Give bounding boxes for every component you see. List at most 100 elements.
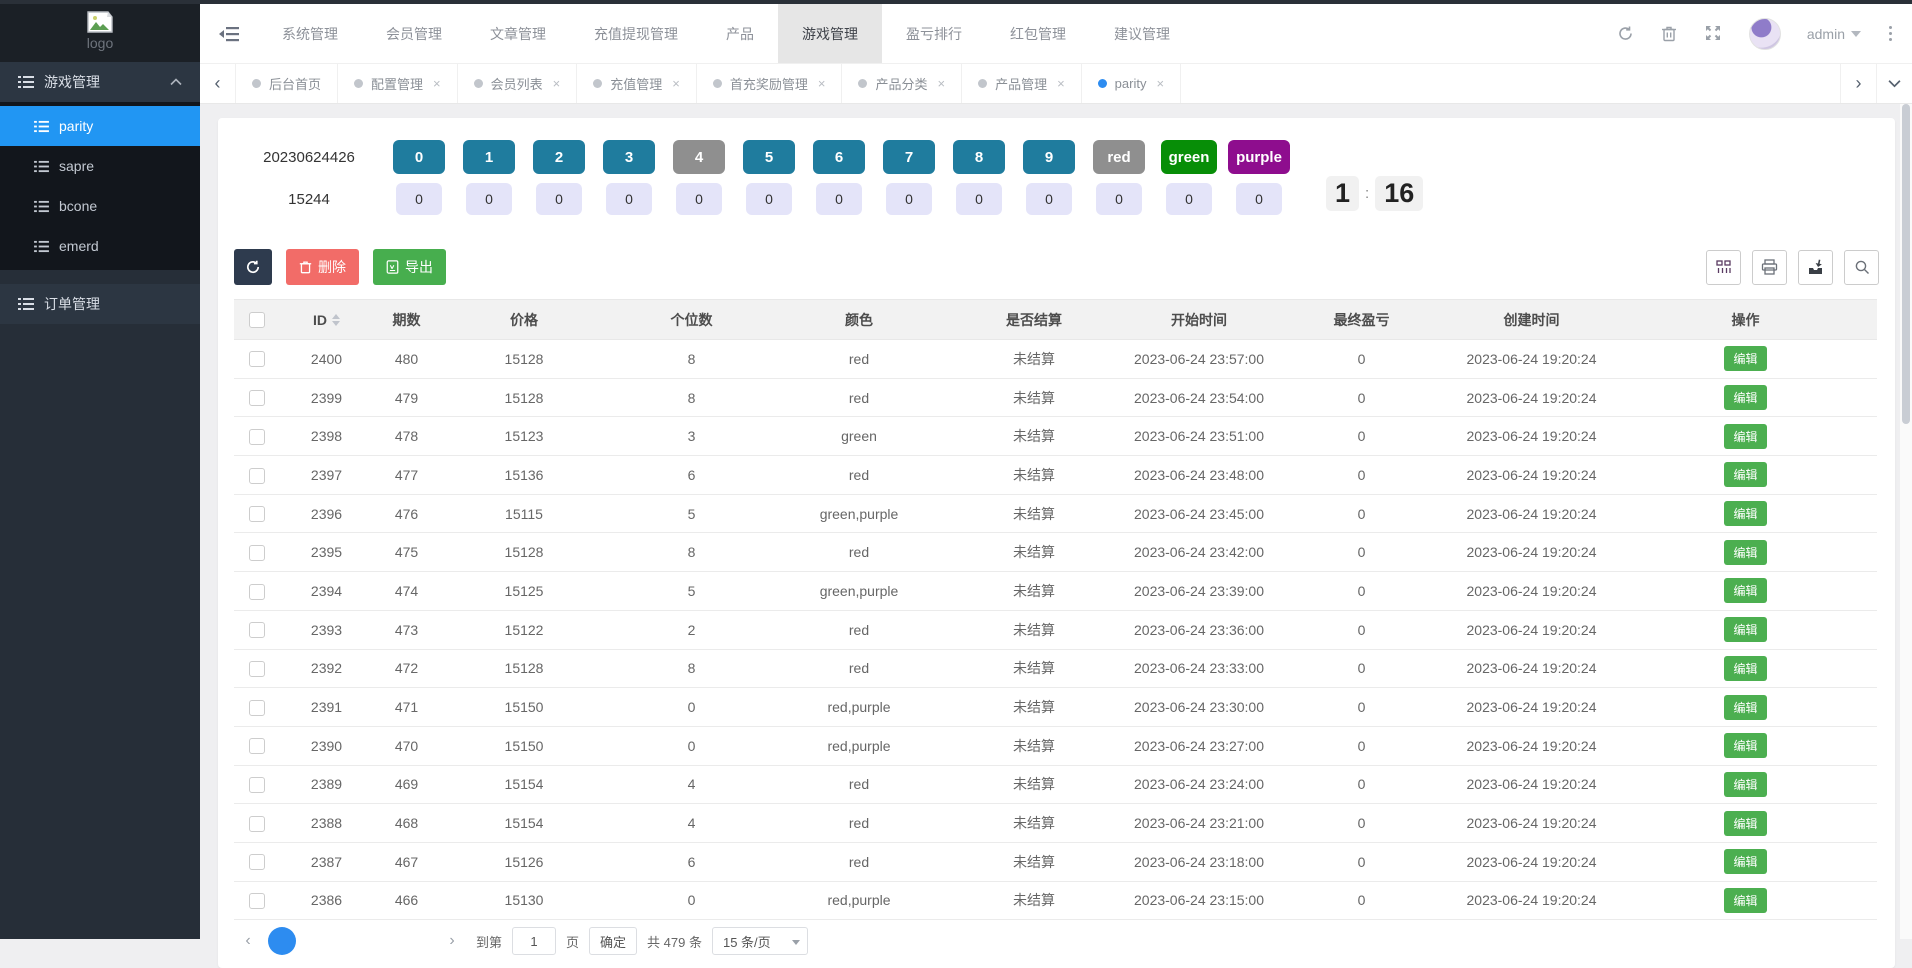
tabs-scroll-right-icon[interactable]: ›	[1840, 64, 1876, 103]
edit-button[interactable]: 编辑	[1724, 887, 1767, 913]
scrollbar-thumb[interactable]	[1902, 104, 1910, 424]
row-checkbox[interactable]	[248, 428, 265, 445]
goto-confirm-button[interactable]: 确定	[589, 927, 638, 956]
tab[interactable]: 配置管理	[338, 64, 458, 103]
row-checkbox[interactable]	[248, 660, 265, 677]
edit-button[interactable]: 编辑	[1724, 655, 1767, 681]
tab-close-icon[interactable]	[433, 76, 441, 91]
tab[interactable]: parity	[1082, 64, 1182, 103]
sidebar-toggle-icon[interactable]	[200, 4, 258, 63]
trash-icon[interactable]	[1661, 25, 1679, 43]
tab[interactable]: 会员列表	[458, 64, 578, 103]
nav-item[interactable]: 产品	[702, 4, 778, 63]
edit-button[interactable]: 编辑	[1724, 694, 1767, 720]
search-icon[interactable]	[1844, 249, 1879, 285]
nav-item[interactable]: 游戏管理	[778, 4, 882, 63]
next-page-icon[interactable]: ›	[438, 927, 466, 955]
sort-icon[interactable]	[332, 313, 340, 326]
row-checkbox[interactable]	[248, 854, 265, 871]
edit-button[interactable]: 编辑	[1724, 733, 1767, 759]
row-checkbox[interactable]	[248, 506, 265, 523]
bet-button[interactable]: purple	[1228, 140, 1290, 174]
bet-button[interactable]: 6	[813, 140, 865, 174]
page-number[interactable]	[336, 927, 364, 955]
row-checkbox[interactable]	[248, 351, 265, 368]
bet-button[interactable]: 2	[533, 140, 585, 174]
refresh-icon[interactable]	[1617, 25, 1635, 43]
bet-button[interactable]: 9	[1023, 140, 1075, 174]
goto-page-input[interactable]	[512, 927, 557, 956]
tab-close-icon[interactable]	[553, 76, 561, 91]
page-number[interactable]	[370, 927, 398, 955]
sidebar-item-sapre[interactable]: sapre	[0, 146, 200, 186]
row-checkbox[interactable]	[248, 467, 265, 484]
sidebar-item-bcone[interactable]: bcone	[0, 186, 200, 226]
nav-item[interactable]: 文章管理	[466, 4, 570, 63]
edit-button[interactable]: 编辑	[1724, 617, 1767, 643]
columns-icon[interactable]	[1706, 249, 1741, 285]
row-checkbox[interactable]	[248, 699, 265, 716]
tab[interactable]: 产品管理	[962, 64, 1082, 103]
row-checkbox[interactable]	[248, 583, 265, 600]
select-all-checkbox[interactable]	[248, 312, 265, 329]
nav-item[interactable]: 建议管理	[1090, 4, 1194, 63]
edit-button[interactable]: 编辑	[1724, 385, 1767, 411]
tabs-menu-icon[interactable]	[1876, 64, 1912, 103]
bet-button[interactable]: 1	[463, 140, 515, 174]
edit-button[interactable]: 编辑	[1724, 849, 1767, 875]
tab-close-icon[interactable]	[1156, 76, 1164, 91]
bet-button[interactable]: 8	[953, 140, 1005, 174]
bet-button[interactable]: 4	[673, 140, 725, 174]
tab-close-icon[interactable]	[818, 76, 826, 91]
edit-button[interactable]: 编辑	[1724, 539, 1767, 565]
nav-item[interactable]: 盈亏排行	[882, 4, 986, 63]
page-number[interactable]	[302, 927, 330, 955]
edit-button[interactable]: 编辑	[1724, 771, 1767, 797]
bet-button[interactable]: 0	[393, 140, 445, 174]
row-checkbox[interactable]	[248, 622, 265, 639]
nav-item[interactable]: 系统管理	[258, 4, 362, 63]
tab-close-icon[interactable]	[672, 76, 680, 91]
print-icon[interactable]	[1752, 249, 1787, 285]
edit-button[interactable]: 编辑	[1724, 423, 1767, 449]
edit-button[interactable]: 编辑	[1724, 462, 1767, 488]
export-data-icon[interactable]	[1798, 249, 1833, 285]
tab[interactable]: 首充奖励管理	[697, 64, 843, 103]
prev-page-icon[interactable]: ‹	[234, 927, 262, 955]
user-avatar[interactable]	[1748, 17, 1781, 50]
sidebar-item-parity[interactable]: parity	[0, 106, 200, 146]
delete-button[interactable]: 删除	[286, 249, 359, 285]
row-checkbox[interactable]	[248, 390, 265, 407]
tab[interactable]: 后台首页	[236, 64, 339, 103]
row-checkbox[interactable]	[248, 777, 265, 794]
nav-item[interactable]: 会员管理	[362, 4, 466, 63]
edit-button[interactable]: 编辑	[1724, 578, 1767, 604]
tab-close-icon[interactable]	[1057, 76, 1065, 91]
tab[interactable]: 产品分类	[842, 64, 963, 103]
row-checkbox[interactable]	[248, 738, 265, 755]
tab[interactable]: 充值管理	[577, 64, 697, 103]
user-menu[interactable]: admin	[1807, 26, 1861, 42]
nav-item[interactable]: 充值提现管理	[570, 4, 702, 63]
fullscreen-icon[interactable]	[1705, 25, 1723, 43]
sidebar-section-order[interactable]: 订单管理	[0, 284, 200, 324]
refresh-table-button[interactable]	[234, 249, 272, 285]
bet-button[interactable]: 3	[603, 140, 655, 174]
sidebar-section-game[interactable]: 游戏管理	[0, 62, 200, 102]
page-number[interactable]	[404, 927, 432, 955]
export-button[interactable]: 导出	[373, 249, 446, 285]
page-number[interactable]	[268, 927, 296, 956]
nav-item[interactable]: 红包管理	[986, 4, 1090, 63]
bet-button[interactable]: 5	[743, 140, 795, 174]
edit-button[interactable]: 编辑	[1724, 810, 1767, 836]
vertical-scrollbar[interactable]	[1900, 104, 1912, 939]
row-checkbox[interactable]	[248, 893, 265, 910]
bet-button[interactable]: 7	[883, 140, 935, 174]
bet-button[interactable]: red	[1093, 140, 1145, 174]
bet-button[interactable]: green	[1160, 140, 1218, 174]
per-page-select[interactable]: 15 条/页	[711, 927, 808, 956]
edit-button[interactable]: 编辑	[1724, 501, 1767, 527]
tabs-scroll-left-icon[interactable]: ‹	[200, 64, 236, 103]
edit-button[interactable]: 编辑	[1724, 346, 1767, 372]
tab-close-icon[interactable]	[937, 76, 945, 91]
